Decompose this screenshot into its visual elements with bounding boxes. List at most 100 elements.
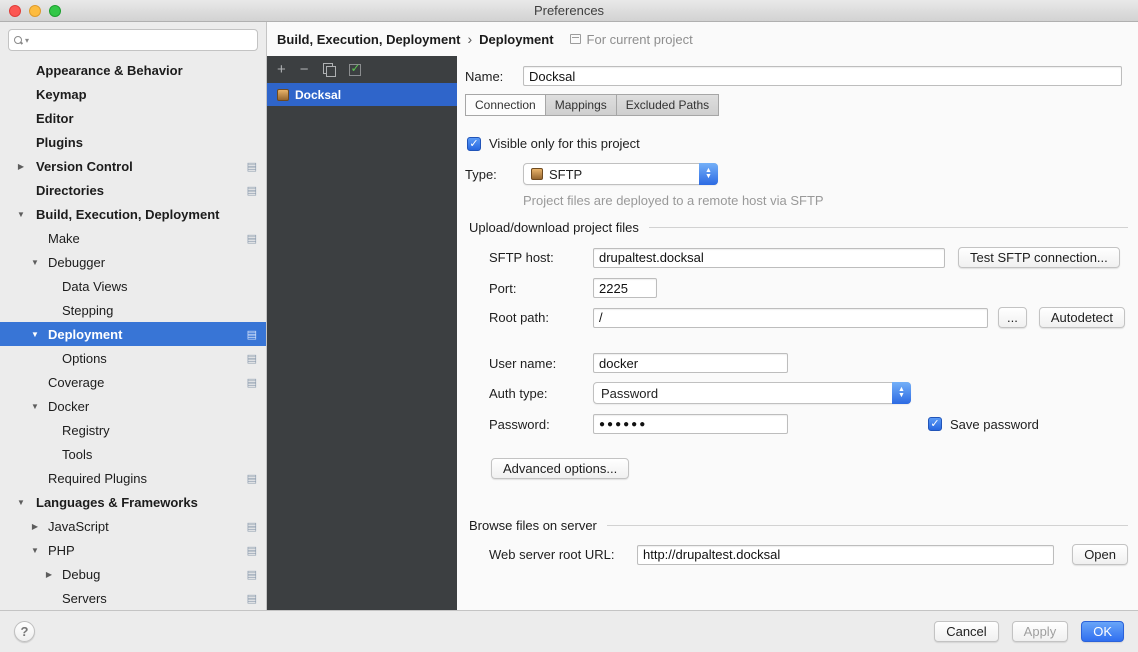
user-name-input[interactable] — [593, 353, 788, 373]
tab-excluded-paths[interactable]: Excluded Paths — [616, 94, 719, 116]
sidebar-item-directories[interactable]: Directories▤ — [0, 178, 266, 202]
sidebar-item-languages-frameworks[interactable]: ▼Languages & Frameworks — [0, 490, 266, 514]
sidebar-item-options[interactable]: Options▤ — [0, 346, 266, 370]
settings-sidebar: ▾ Appearance & Behavior Keymap Editor Pl… — [0, 22, 267, 610]
name-input[interactable] — [523, 66, 1122, 86]
browse-root-path-button[interactable]: ... — [998, 307, 1027, 328]
minimize-button[interactable] — [29, 5, 41, 17]
sftp-icon — [531, 168, 543, 180]
chevron-right-icon[interactable]: ▶ — [29, 522, 41, 531]
auth-type-select[interactable]: Password ▲▼ — [593, 382, 911, 404]
sidebar-item-registry[interactable]: Registry — [0, 418, 266, 442]
sftp-server-icon — [277, 89, 289, 101]
save-password-checkbox[interactable]: ✓ — [928, 417, 942, 431]
type-label: Type: — [465, 167, 523, 182]
server-list-item-docksal[interactable]: Docksal — [267, 83, 457, 106]
advanced-options-button[interactable]: Advanced options... — [491, 458, 629, 479]
copy-server-button[interactable] — [323, 63, 335, 76]
chevron-down-icon[interactable]: ▼ — [15, 498, 27, 507]
sidebar-item-plugins[interactable]: Plugins — [0, 130, 266, 154]
web-root-label: Web server root URL: — [489, 547, 637, 562]
use-as-default-button[interactable]: ✓ — [349, 64, 361, 76]
sidebar-item-editor[interactable]: Editor — [0, 106, 266, 130]
tab-bar: Connection Mappings Excluded Paths — [465, 94, 1128, 116]
server-list: Docksal — [267, 83, 457, 610]
sidebar-item-servers[interactable]: Servers▤ — [0, 586, 266, 610]
project-settings-icon: ▤ — [247, 160, 257, 173]
sidebar-item-data-views[interactable]: Data Views — [0, 274, 266, 298]
close-button[interactable] — [9, 5, 21, 17]
sidebar-item-appearance-behavior[interactable]: Appearance & Behavior — [0, 58, 266, 82]
sidebar-item-debug[interactable]: ▶Debug▤ — [0, 562, 266, 586]
server-name: Docksal — [295, 88, 341, 102]
password-input[interactable] — [593, 414, 788, 434]
sidebar-item-deployment[interactable]: ▼Deployment▤ — [0, 322, 266, 346]
section-divider — [649, 227, 1128, 228]
sidebar-item-coverage[interactable]: Coverage▤ — [0, 370, 266, 394]
project-settings-icon: ▤ — [247, 184, 257, 197]
current-project-icon — [570, 34, 581, 44]
sidebar-item-keymap[interactable]: Keymap — [0, 82, 266, 106]
tab-connection[interactable]: Connection — [465, 94, 546, 116]
type-select[interactable]: SFTP ▲▼ — [523, 163, 718, 185]
auth-type-value: Password — [601, 386, 658, 401]
test-sftp-connection-button[interactable]: Test SFTP connection... — [958, 247, 1120, 268]
sidebar-item-tools[interactable]: Tools — [0, 442, 266, 466]
web-root-input[interactable] — [637, 545, 1054, 565]
save-password-label: Save password — [950, 417, 1039, 432]
chevron-right-icon[interactable]: ▶ — [15, 162, 27, 171]
zoom-button[interactable] — [49, 5, 61, 17]
deployment-form: Name: Connection Mappings Excluded Paths… — [457, 56, 1138, 610]
project-settings-icon: ▤ — [247, 544, 257, 557]
sftp-host-input[interactable] — [593, 248, 945, 268]
check-icon: ✓ — [351, 61, 361, 75]
chevron-down-icon[interactable]: ▼ — [29, 546, 41, 555]
sidebar-item-stepping[interactable]: Stepping — [0, 298, 266, 322]
dropdown-arrows-icon: ▲▼ — [699, 163, 718, 185]
user-name-label: User name: — [489, 356, 593, 371]
remove-server-button[interactable]: − — [300, 62, 309, 77]
sidebar-item-docker[interactable]: ▼Docker — [0, 394, 266, 418]
root-path-label: Root path: — [489, 310, 593, 325]
sidebar-item-version-control[interactable]: ▶Version Control▤ — [0, 154, 266, 178]
sidebar-item-javascript[interactable]: ▶JavaScript▤ — [0, 514, 266, 538]
project-settings-icon: ▤ — [247, 568, 257, 581]
chevron-down-icon[interactable]: ▼ — [15, 210, 27, 219]
root-path-input[interactable] — [593, 308, 988, 328]
name-label: Name: — [465, 69, 523, 84]
search-options-chevron-icon[interactable]: ▾ — [25, 36, 29, 45]
visible-only-checkbox[interactable]: ✓ — [467, 137, 481, 151]
apply-button[interactable]: Apply — [1012, 621, 1069, 642]
sidebar-item-build-execution-deployment[interactable]: ▼Build, Execution, Deployment — [0, 202, 266, 226]
auth-type-label: Auth type: — [489, 386, 593, 401]
autodetect-button[interactable]: Autodetect — [1039, 307, 1125, 328]
chevron-right-icon[interactable]: ▶ — [43, 570, 55, 579]
sidebar-item-required-plugins[interactable]: Required Plugins▤ — [0, 466, 266, 490]
search-input[interactable] — [31, 33, 252, 48]
cancel-button[interactable]: Cancel — [934, 621, 998, 642]
project-settings-icon: ▤ — [247, 328, 257, 341]
chevron-down-icon[interactable]: ▼ — [29, 330, 41, 339]
settings-tree: Appearance & Behavior Keymap Editor Plug… — [0, 58, 266, 610]
open-button[interactable]: Open — [1072, 544, 1128, 565]
sidebar-item-make[interactable]: Make▤ — [0, 226, 266, 250]
project-settings-icon: ▤ — [247, 232, 257, 245]
settings-search-field[interactable]: ▾ — [8, 29, 258, 51]
help-button[interactable]: ? — [14, 621, 35, 642]
chevron-down-icon[interactable]: ▼ — [29, 402, 41, 411]
upload-section-header: Upload/download project files — [469, 220, 1128, 235]
project-settings-icon: ▤ — [247, 520, 257, 533]
add-server-button[interactable]: + — [277, 62, 286, 77]
port-input[interactable] — [593, 278, 657, 298]
visible-only-label: Visible only for this project — [489, 136, 640, 151]
breadcrumb-current: Deployment — [479, 32, 553, 47]
sidebar-item-php[interactable]: ▼PHP▤ — [0, 538, 266, 562]
chevron-down-icon[interactable]: ▼ — [29, 258, 41, 267]
tab-mappings[interactable]: Mappings — [545, 94, 617, 116]
type-value: SFTP — [549, 167, 582, 182]
preferences-window: Preferences ▾ Appearance & Behavior Keym… — [0, 0, 1138, 652]
project-scope-label: For current project — [587, 32, 693, 47]
traffic-lights — [9, 5, 61, 17]
sidebar-item-debugger[interactable]: ▼Debugger — [0, 250, 266, 274]
ok-button[interactable]: OK — [1081, 621, 1124, 642]
